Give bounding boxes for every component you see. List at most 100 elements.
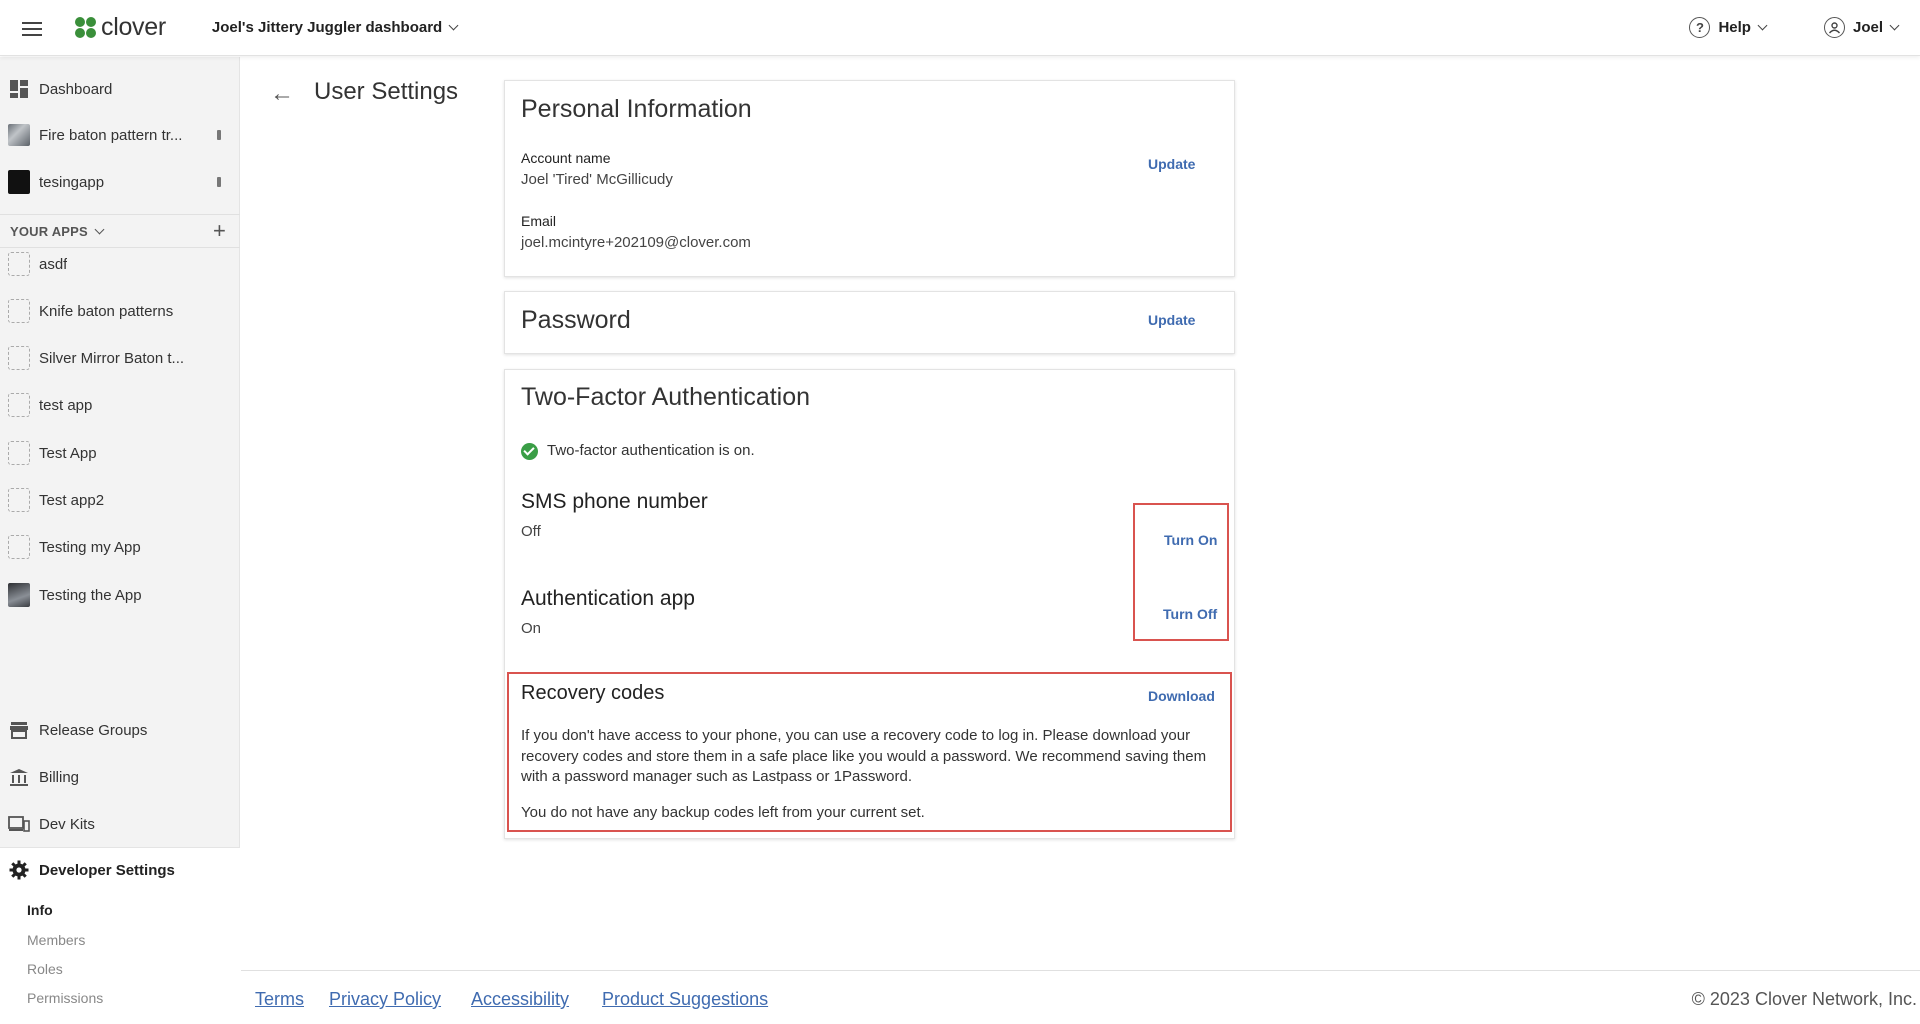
recovery-codes-title: Recovery codes — [521, 682, 665, 704]
sidebar-item-label: Testing the App — [39, 586, 142, 604]
sidebar-item-label: Dashboard — [39, 80, 113, 98]
app-placeholder-icon — [8, 299, 30, 323]
app-placeholder-icon — [8, 488, 30, 512]
card-title: Two-Factor Authentication — [521, 383, 811, 411]
auth-app-status: On — [521, 620, 542, 637]
sidebar-item-label: Billing — [39, 768, 80, 786]
sidebar-item-dashboard[interactable]: Dashboard — [0, 67, 240, 111]
your-apps-label: YOUR APPS — [10, 223, 88, 239]
sidebar-item-developer-settings[interactable]: Developer Settings — [0, 848, 240, 892]
devices-icon — [8, 813, 30, 835]
clover-logo[interactable]: clover — [74, 13, 166, 42]
copyright: © 2023 Clover Network, Inc. — [1691, 989, 1917, 1009]
footer-link-product-suggestions[interactable]: Product Suggestions — [602, 989, 768, 1010]
sms-status: Off — [521, 523, 541, 540]
app-placeholder-icon — [8, 535, 30, 559]
user-label: Joel — [1852, 19, 1883, 36]
logo-text: clover — [101, 13, 166, 41]
sidebar-item-label: asdf — [39, 255, 68, 273]
account-name-value: Joel 'Tired' McGillicudy — [521, 171, 673, 188]
developer-settings-label: Developer Settings — [39, 861, 175, 879]
chevron-down-icon — [1889, 20, 1900, 31]
help-label: Help — [1718, 19, 1751, 36]
two-factor-card: Two-Factor Authentication Two-factor aut… — [504, 369, 1235, 839]
sidebar-item-label: Test app2 — [39, 491, 105, 509]
app-thumbnail — [8, 583, 30, 607]
sidebar-item-app[interactable]: Test App — [0, 431, 240, 475]
auth-app-turn-off-button[interactable]: Turn Off — [1163, 606, 1217, 622]
dev-settings-roles[interactable]: Roles — [27, 961, 63, 977]
sidebar-item-billing[interactable]: Billing — [0, 755, 240, 799]
download-recovery-codes-button[interactable]: Download — [1148, 688, 1215, 704]
personal-information-card: Personal Information Account name Joel '… — [504, 80, 1235, 277]
help-icon: ? — [1689, 17, 1711, 38]
top-bar: clover Joel's Jittery Juggler dashboard … — [0, 0, 1920, 56]
footer-link-accessibility[interactable]: Accessibility — [471, 989, 569, 1010]
app-placeholder-icon — [8, 252, 30, 276]
footer: Terms Privacy Policy Accessibility Produ… — [241, 970, 1920, 1024]
dashboard-icon — [8, 78, 30, 100]
top-right-actions: ? Help Joel — [1689, 17, 1920, 38]
sms-title: SMS phone number — [521, 490, 708, 513]
sidebar-item-label: test app — [39, 396, 93, 414]
page-title: User Settings — [314, 78, 459, 105]
sidebar-item-pinned-app[interactable]: Fire baton pattern tr... — [0, 113, 240, 157]
user-menu[interactable]: Joel — [1823, 17, 1900, 38]
sidebar-item-app[interactable]: asdf — [0, 242, 240, 286]
recovery-codes-description: If you don't have access to your phone, … — [521, 727, 1207, 785]
sms-turn-on-button[interactable]: Turn On — [1164, 532, 1217, 548]
footer-link-privacy-policy[interactable]: Privacy Policy — [329, 989, 441, 1010]
sidebar-item-pinned-app[interactable]: tesingapp — [0, 160, 240, 204]
backup-codes-status: You do not have any backup codes left fr… — [521, 804, 925, 821]
account-name-label: Account name — [521, 150, 611, 166]
sidebar-item-dev-kits[interactable]: Dev Kits — [0, 802, 240, 846]
back-arrow-icon[interactable]: ← — [270, 80, 294, 108]
sidebar-item-app[interactable]: test app — [0, 383, 240, 427]
dashboard-selector[interactable]: Joel's Jittery Juggler dashboard — [211, 19, 459, 36]
sidebar-item-label: Fire baton pattern tr... — [39, 126, 183, 144]
dev-settings-permissions[interactable]: Permissions — [27, 990, 103, 1006]
gear-icon — [8, 859, 30, 881]
password-card: Password Update — [504, 291, 1235, 354]
sidebar-item-label: Knife baton patterns — [39, 302, 174, 320]
app-placeholder-icon — [8, 346, 30, 370]
bank-icon — [8, 766, 30, 788]
sidebar-item-app[interactable]: Testing my App — [0, 525, 240, 569]
user-avatar-icon — [1823, 17, 1845, 38]
sidebar-item-app[interactable]: Silver Mirror Baton t... — [0, 336, 240, 380]
update-account-button[interactable]: Update — [1148, 156, 1195, 172]
sidebar-item-label: Release Groups — [39, 721, 148, 739]
card-title: Personal Information — [521, 95, 752, 123]
sidebar-item-label: Test App — [39, 444, 97, 462]
sidebar-item-label: tesingapp — [39, 173, 105, 191]
sidebar-item-label: Dev Kits — [39, 815, 95, 833]
hamburger-menu-icon[interactable] — [22, 20, 44, 36]
sidebar-item-release-groups[interactable]: Release Groups — [0, 708, 240, 752]
app-thumbnail — [8, 124, 30, 146]
store-icon — [8, 719, 30, 741]
dev-settings-members[interactable]: Members — [27, 932, 85, 948]
sidebar-item-app[interactable]: Test app2 — [0, 478, 240, 522]
sidebar: Dashboard Fire baton pattern tr... tesin… — [0, 57, 240, 1024]
pin-icon[interactable] — [217, 177, 221, 187]
app-thumbnail — [8, 170, 30, 194]
dev-settings-info[interactable]: Info — [27, 902, 53, 918]
footer-link-terms[interactable]: Terms — [255, 989, 304, 1010]
add-app-icon[interactable]: + — [213, 220, 226, 242]
app-placeholder-icon — [8, 441, 30, 465]
pin-icon[interactable] — [217, 130, 221, 140]
sidebar-item-app[interactable]: Testing the App — [0, 573, 240, 617]
sidebar-item-app[interactable]: Knife baton patterns — [0, 289, 240, 333]
dashboard-name: Joel's Jittery Juggler dashboard — [211, 19, 443, 36]
email-label: Email — [521, 213, 557, 229]
email-value: joel.mcintyre+202109@clover.com — [521, 234, 751, 251]
chevron-down-icon — [1757, 20, 1768, 31]
card-title: Password — [521, 306, 631, 334]
check-circle-icon — [521, 443, 538, 460]
two-factor-status: Two-factor authentication is on. — [547, 442, 755, 459]
app-placeholder-icon — [8, 393, 30, 417]
update-password-button[interactable]: Update — [1148, 312, 1195, 328]
chevron-down-icon — [448, 20, 459, 31]
help-menu[interactable]: ? Help — [1689, 17, 1768, 38]
clover-logo-icon — [74, 16, 98, 40]
